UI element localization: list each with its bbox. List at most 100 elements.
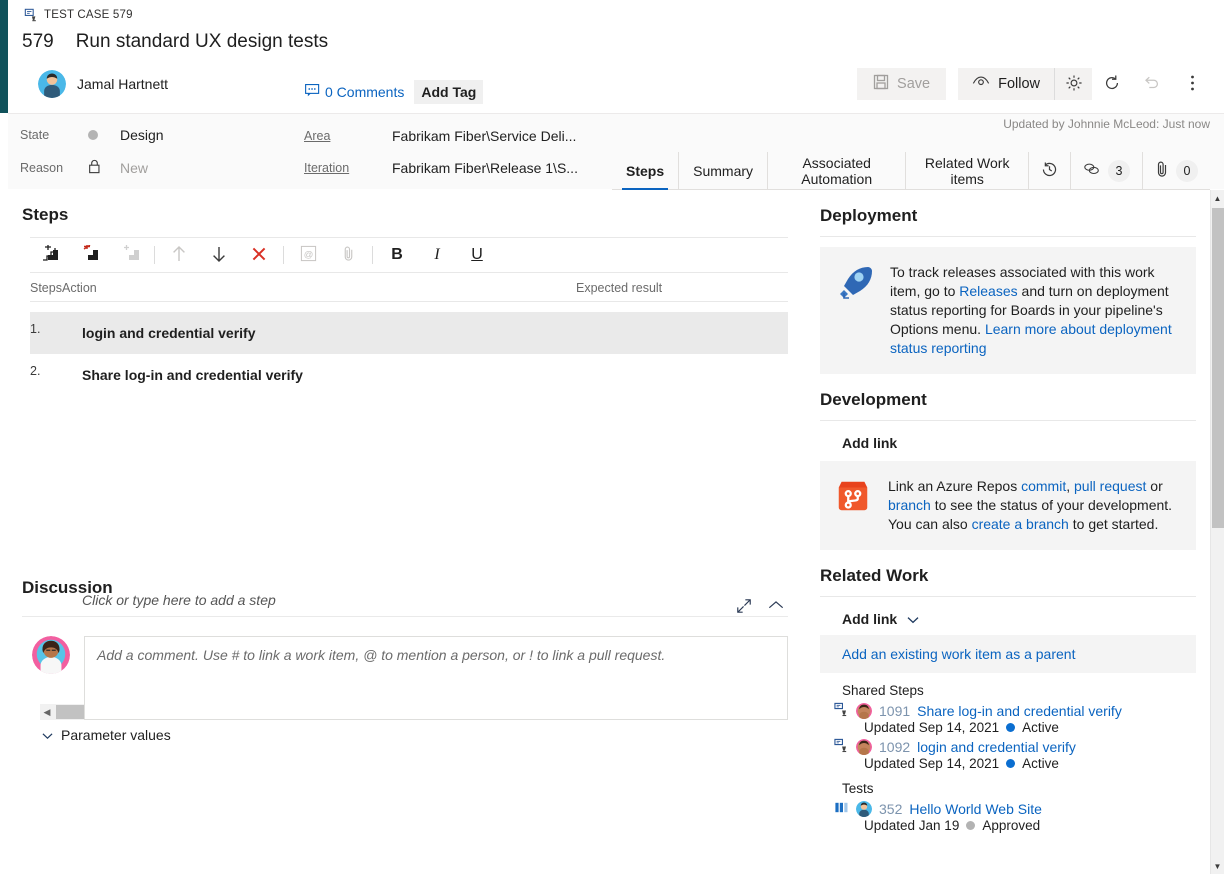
- chevron-up-icon[interactable]: [768, 598, 784, 617]
- ellipsis-vertical-icon: [1190, 74, 1195, 95]
- related-item-title[interactable]: Share log-in and credential verify: [917, 703, 1122, 719]
- move-down-button[interactable]: [199, 238, 239, 272]
- tab-related-work-items[interactable]: Related Work items: [906, 152, 1029, 189]
- tab-summary[interactable]: Summary: [679, 152, 769, 189]
- comments-and-tags: 0 Comments Add Tag: [305, 80, 484, 104]
- development-divider: [820, 420, 1196, 421]
- links-icon: [1083, 162, 1101, 179]
- related-item-title[interactable]: Hello World Web Site: [909, 801, 1042, 817]
- attach-icon: [342, 245, 355, 265]
- mention-button[interactable]: @: [288, 238, 328, 272]
- page-vertical-scrollbar[interactable]: ▲ ▼: [1210, 190, 1224, 874]
- field-iteration[interactable]: Iteration Fabrikam Fiber\Release 1\S...: [304, 160, 578, 176]
- column-header-expected: Expected result: [576, 280, 663, 295]
- field-area-label: Area: [304, 129, 331, 143]
- tab-links[interactable]: 3: [1071, 152, 1143, 189]
- comments-link[interactable]: 0 Comments: [305, 84, 404, 100]
- settings-button[interactable]: [1054, 68, 1092, 100]
- test-case-icon: [24, 8, 38, 22]
- bold-button[interactable]: B: [377, 238, 417, 272]
- related-item-status: Active: [1022, 756, 1059, 771]
- list-item[interactable]: 1092 login and credential verify Updated…: [834, 738, 1196, 771]
- tab-attachments[interactable]: 0: [1143, 152, 1210, 189]
- assigned-to-name: Jamal Hartnett: [77, 76, 169, 92]
- related-item-status: Approved: [982, 818, 1041, 833]
- related-item-updated: Updated Sep 14, 2021: [864, 756, 1000, 771]
- move-up-button[interactable]: [159, 238, 199, 272]
- details-pane: Deployment To track releases associated …: [806, 190, 1210, 874]
- insert-step-icon: [41, 244, 59, 266]
- column-header-action: Action: [62, 280, 97, 295]
- italic-button[interactable]: I: [417, 238, 457, 272]
- tab-history[interactable]: [1029, 152, 1071, 189]
- toolbar-separator: [154, 246, 155, 264]
- breadcrumb[interactable]: TEST CASE 579: [24, 8, 133, 22]
- underline-button[interactable]: U: [457, 238, 497, 272]
- work-item-title[interactable]: Run standard UX design tests: [76, 31, 328, 53]
- scroll-up-icon[interactable]: ▲: [1211, 190, 1224, 206]
- save-button[interactable]: Save: [857, 68, 947, 100]
- links-count: 3: [1108, 159, 1130, 182]
- field-area[interactable]: Area Fabrikam Fiber\Service Deli...: [304, 128, 576, 144]
- tab-associated-automation[interactable]: Associated Automation: [768, 152, 907, 189]
- related-item-meta: Updated Sep 14, 2021 Active: [864, 756, 1196, 771]
- undo-icon: [1143, 74, 1161, 95]
- state-dot-icon: [88, 130, 98, 140]
- commit-link[interactable]: commit: [1021, 478, 1066, 494]
- related-work-title: Related Work: [820, 566, 929, 585]
- refresh-button[interactable]: [1092, 68, 1132, 100]
- save-label: Save: [897, 76, 931, 92]
- add-parent-link[interactable]: Add an existing work item as a parent: [820, 635, 1196, 673]
- scroll-down-icon[interactable]: ▼: [1211, 858, 1224, 874]
- insert-step-button[interactable]: [30, 238, 70, 272]
- branch-link[interactable]: branch: [888, 497, 931, 513]
- table-row[interactable]: 1. login and credential verify: [30, 312, 788, 354]
- pull-request-link[interactable]: pull request: [1074, 478, 1146, 494]
- development-text-3: or: [1146, 478, 1163, 494]
- insert-shared-step-button[interactable]: [70, 238, 110, 272]
- add-tag-button[interactable]: Add Tag: [414, 80, 484, 104]
- related-item-title[interactable]: login and credential verify: [917, 739, 1076, 755]
- follow-label: Follow: [998, 76, 1040, 92]
- step-action[interactable]: Share log-in and credential verify: [62, 367, 303, 383]
- undo-button[interactable]: [1132, 68, 1172, 100]
- parameter-values-toggle[interactable]: Parameter values: [42, 727, 171, 743]
- step-action[interactable]: login and credential verify: [62, 325, 256, 341]
- related-item-header: 1091 Share log-in and credential verify: [834, 702, 1196, 720]
- list-item[interactable]: 352 Hello World Web Site Updated Jan 19 …: [834, 800, 1196, 833]
- attach-file-button[interactable]: [328, 238, 368, 272]
- steps-section-title: Steps: [22, 205, 69, 224]
- related-item-header: 1092 login and credential verify: [834, 738, 1196, 756]
- insert-parameter-button[interactable]: [110, 238, 150, 272]
- field-reason[interactable]: Reason New: [20, 159, 148, 177]
- comment-input[interactable]: [84, 636, 788, 720]
- column-header-steps: Steps: [30, 280, 62, 295]
- development-text-1: Link an Azure Repos: [888, 478, 1022, 494]
- toolbar-separator-3: [372, 246, 373, 264]
- follow-button[interactable]: Follow: [958, 68, 1054, 100]
- related-item-id: 1091: [879, 703, 911, 719]
- svg-text:@: @: [303, 249, 313, 260]
- related-item-updated: Updated Jan 19: [864, 818, 960, 833]
- expand-icon[interactable]: [736, 598, 752, 617]
- related-work-add-link-button[interactable]: Add link: [842, 611, 919, 627]
- status-dot-icon: [966, 821, 976, 830]
- field-state[interactable]: State Design: [20, 127, 164, 143]
- assigned-to[interactable]: Jamal Hartnett: [38, 70, 168, 98]
- delete-step-button[interactable]: [239, 238, 279, 272]
- list-item[interactable]: 1091 Share log-in and credential verify …: [834, 702, 1196, 735]
- steps-toolbar: @ B I U: [30, 237, 788, 273]
- lock-icon: [88, 159, 101, 177]
- more-actions-button[interactable]: [1172, 68, 1212, 100]
- tab-steps[interactable]: Steps: [612, 152, 680, 190]
- development-add-link-button[interactable]: Add link: [842, 435, 897, 451]
- table-row[interactable]: 2. Share log-in and credential verify: [30, 354, 788, 396]
- discussion-actions: [736, 598, 784, 617]
- vscroll-thumb[interactable]: [1212, 208, 1224, 528]
- development-title: Development: [820, 390, 927, 409]
- field-state-label: State: [20, 128, 50, 142]
- create-branch-link[interactable]: create a branch: [972, 516, 1069, 532]
- avatar: [856, 739, 872, 755]
- releases-link[interactable]: Releases: [959, 283, 1017, 299]
- delete-icon: [251, 246, 267, 265]
